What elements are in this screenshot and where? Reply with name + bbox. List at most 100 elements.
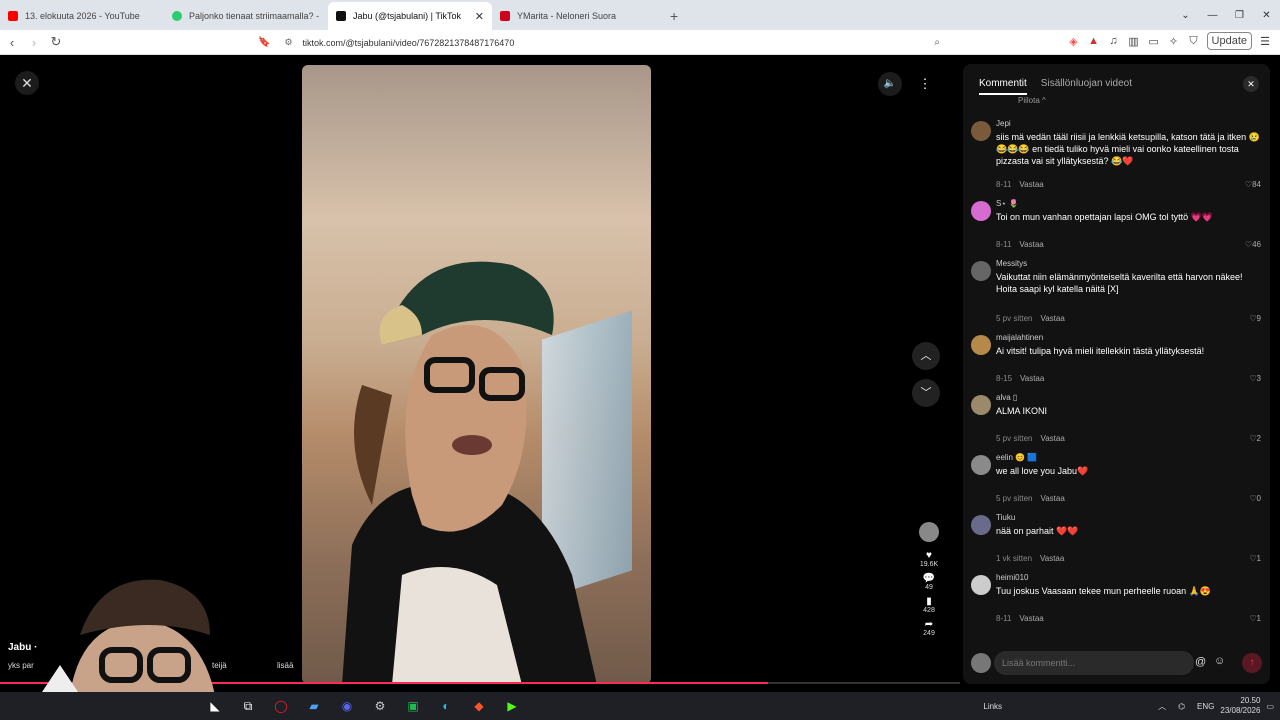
save-count: 428 — [923, 607, 935, 614]
wallet-icon[interactable]: ▭ — [1147, 35, 1161, 48]
like-icon[interactable]: ♥ — [917, 550, 941, 561]
reply-button[interactable]: Vastaa — [1019, 614, 1043, 623]
leo-icon[interactable]: ✧ — [1167, 35, 1181, 48]
opera-icon[interactable]: ◯ — [269, 696, 293, 716]
minimize-button[interactable]: — — [1199, 10, 1226, 21]
tab-ruutu[interactable]: YMarita - Neloneri Suora — [492, 2, 656, 30]
commenter-avatar[interactable] — [971, 261, 991, 281]
tab-youtube[interactable]: 13. elokuuta 2026 - YouTube — [0, 2, 164, 30]
clock[interactable]: 20.50 23/08/2026 — [1220, 696, 1260, 716]
send-button[interactable]: ↑ — [1242, 653, 1262, 673]
more-options-icon[interactable]: ⋮ — [913, 72, 937, 96]
tab-tiktok[interactable]: Jabu (@tsjabulani) | TikTok ✕ — [328, 2, 492, 30]
language-indicator[interactable]: ENG — [1197, 702, 1214, 711]
task-view-icon[interactable]: ⧉ — [236, 696, 260, 716]
back-icon[interactable]: ‹ — [2, 35, 22, 50]
photos-icon[interactable]: ▰ — [302, 696, 326, 716]
video-player[interactable] — [302, 65, 651, 684]
comment-icon[interactable]: 💬 — [917, 573, 941, 584]
commenter-name[interactable]: alva ▯ — [996, 393, 1017, 402]
windows-start-icon[interactable]: ◣ — [203, 696, 227, 716]
app-icon[interactable]: ▣ — [401, 696, 425, 716]
tab-comments[interactable]: Kommentit — [979, 78, 1027, 95]
comment-text: Ai vitsit! tulipa hyvä mieli itellekkin … — [996, 346, 1205, 356]
commenter-name[interactable]: Jepi — [996, 119, 1011, 128]
zoom-icon[interactable]: ⌕ — [934, 37, 940, 48]
tab-creator-videos[interactable]: Sisällönluojan videot — [1041, 78, 1132, 95]
menu-icon[interactable]: ☰ — [1258, 35, 1272, 48]
comment-like[interactable]: ♡1 — [1249, 614, 1261, 623]
url-text[interactable]: tiktok.com/@tsjabulani/video/76728213784… — [303, 38, 515, 48]
tab-search-icon[interactable]: ⌄ — [1172, 10, 1199, 21]
tray-arrow-icon[interactable]: ︿ — [1158, 701, 1166, 712]
site-info-icon[interactable]: ⚙ — [284, 37, 292, 48]
close-panel-icon[interactable]: ✕ — [1243, 76, 1259, 92]
caption-more-link[interactable]: lisää — [277, 661, 293, 670]
comment-text: Vaikuttat niin elämänmyönteiseltä kaveri… — [996, 272, 1243, 294]
rewards-icon[interactable]: ▲ — [1087, 35, 1101, 47]
commenter-avatar[interactable] — [971, 395, 991, 415]
steam-icon[interactable]: ⚙ — [368, 696, 392, 716]
commenter-avatar[interactable] — [971, 201, 991, 221]
commenter-avatar[interactable] — [971, 575, 991, 595]
comment-like[interactable]: ♡9 — [1249, 314, 1261, 323]
hide-replies-link[interactable]: Piilota ^ — [1018, 96, 1046, 105]
creator-avatar[interactable] — [919, 522, 939, 542]
address-bar[interactable]: 🔖 ⚙ tiktok.com/@tsjabulani/video/7672821… — [258, 33, 948, 52]
comment-like[interactable]: ♡0 — [1249, 494, 1261, 503]
caption-username[interactable]: Jabu · — [8, 642, 37, 653]
emoji-icon[interactable]: ☺ — [1214, 655, 1225, 667]
previous-video-button[interactable]: ︿ — [912, 342, 940, 370]
reply-button[interactable]: Vastaa — [1019, 180, 1043, 189]
reply-button[interactable]: Vastaa — [1040, 314, 1064, 323]
mention-icon[interactable]: @ — [1195, 656, 1206, 668]
notifications-icon[interactable]: ▭ — [1266, 702, 1274, 711]
comment-like[interactable]: ♡84 — [1245, 180, 1261, 189]
commenter-name[interactable]: S⋆ 🌷 — [996, 199, 1019, 208]
close-icon[interactable]: ✕ — [15, 71, 39, 95]
sidebar-icon[interactable]: ▥ — [1127, 35, 1141, 48]
comment-like[interactable]: ♡46 — [1245, 240, 1261, 249]
volume-icon[interactable]: 🔈 — [878, 72, 902, 96]
tab-close-icon[interactable]: ✕ — [475, 10, 484, 23]
commenter-avatar[interactable] — [971, 515, 991, 535]
commenter-avatar[interactable] — [971, 455, 991, 475]
media-player-icon[interactable]: ▶ — [500, 696, 524, 716]
vpn-icon[interactable]: ⛉ — [1187, 35, 1201, 48]
forward-icon[interactable]: › — [24, 35, 44, 50]
comment-input[interactable] — [994, 651, 1194, 675]
next-video-button[interactable]: ﹀ — [912, 379, 940, 407]
comment-like[interactable]: ♡1 — [1249, 554, 1261, 563]
comment-like[interactable]: ♡2 — [1249, 434, 1261, 443]
share-icon[interactable]: ➦ — [917, 619, 941, 630]
links-toolbar[interactable]: Links — [983, 702, 1002, 711]
commenter-name[interactable]: eelin 😊 🟦 — [996, 453, 1037, 462]
reply-button[interactable]: Vastaa — [1019, 240, 1043, 249]
discord-icon[interactable]: ◉ — [335, 696, 359, 716]
reload-icon[interactable]: ↻ — [46, 34, 66, 50]
brave-icon[interactable]: ◆ — [467, 696, 491, 716]
edge-icon[interactable]: ◐ — [434, 696, 458, 716]
commenter-name[interactable]: Messitys — [996, 259, 1027, 268]
reply-button[interactable]: Vastaa — [1040, 494, 1064, 503]
commenter-avatar[interactable] — [971, 121, 991, 141]
update-button[interactable]: Update — [1206, 32, 1252, 50]
music-icon[interactable]: ♫ — [1107, 35, 1121, 47]
bookmark-icon[interactable]: 🔖 — [258, 37, 270, 48]
reply-button[interactable]: Vastaa — [1040, 434, 1064, 443]
bookmark-icon[interactable]: ▮ — [917, 596, 941, 607]
commenter-name[interactable]: maijalahtinen — [996, 333, 1043, 342]
commenter-name[interactable]: Tiuku — [996, 513, 1015, 522]
close-window-button[interactable]: ✕ — [1253, 10, 1280, 21]
maximize-button[interactable]: ❐ — [1226, 10, 1253, 21]
window-controls: ⌄ — ❐ ✕ — [1172, 0, 1280, 30]
brave-shield-icon[interactable]: ◈ — [1067, 35, 1081, 48]
commenter-name[interactable]: heimi010 — [996, 573, 1028, 582]
tab-streaming-article[interactable]: Paljonko tienaat striimaamalla? - La — [164, 2, 328, 30]
reply-button[interactable]: Vastaa — [1040, 554, 1064, 563]
new-tab-button[interactable]: + — [670, 2, 678, 30]
reply-button[interactable]: Vastaa — [1020, 374, 1044, 383]
commenter-avatar[interactable] — [971, 335, 991, 355]
network-icon[interactable]: ⌬ — [1178, 702, 1185, 711]
comment-like[interactable]: ♡3 — [1249, 374, 1261, 383]
